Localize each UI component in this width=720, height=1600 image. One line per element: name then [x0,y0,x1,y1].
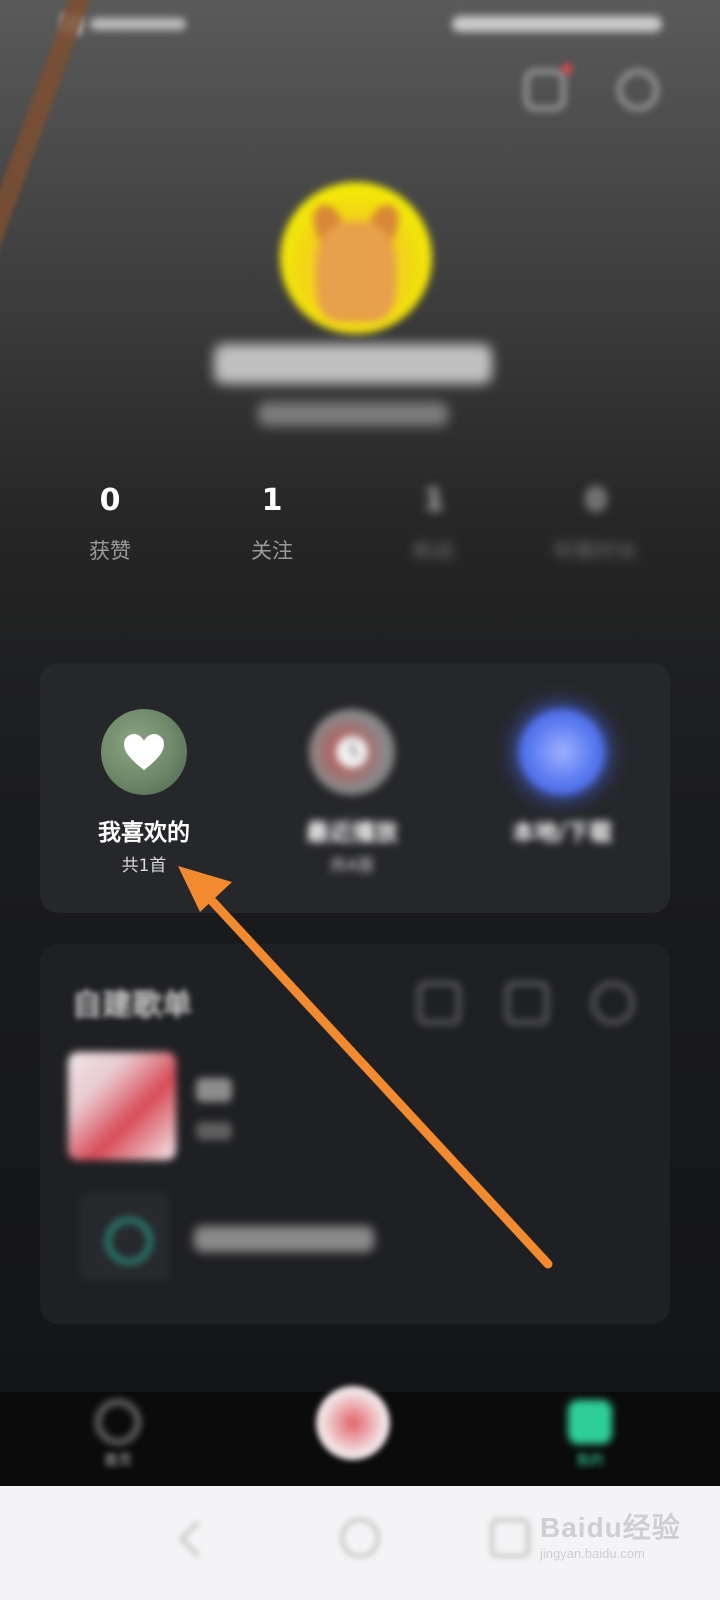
playlist-import-icon[interactable] [418,982,460,1024]
playlist-card: 自建歌单 [40,944,670,1324]
import-playlist-icon[interactable] [80,1192,170,1282]
stat-label: 听歌时长 [554,539,638,563]
stat-fans[interactable]: 1 粉丝 [364,480,504,566]
now-playing-disc[interactable] [316,1386,390,1460]
nav-mine[interactable]: 我的 [550,1400,630,1476]
decorative-stroke [0,0,91,401]
bottom-nav: 首页 我的 [0,1386,720,1486]
stat-listen-time[interactable]: 0 听歌时长 [526,480,666,566]
playlist-manage-icon[interactable] [506,982,548,1024]
playlist-add-icon[interactable] [592,982,634,1024]
nav-home[interactable]: 首页 [78,1400,158,1476]
heart-icon [124,734,164,770]
home-icon[interactable] [340,1518,380,1558]
liked-count: 共1首 [121,856,167,876]
home-nav-icon [96,1400,140,1444]
watermark-main: Baidu经验 [540,1512,681,1543]
mine-nav-icon [568,1400,612,1444]
nav-mine-label: 我的 [576,1453,604,1469]
stat-likes[interactable]: 0 获赞 [40,480,180,566]
liked-songs-entry[interactable]: 我喜欢的 共1首 [44,709,244,876]
status-indicators [452,16,662,32]
watermark: Baidu经验 jingyan.baidu.com [540,1506,681,1561]
watermark-sub: jingyan.baidu.com [540,1546,645,1561]
username [214,344,492,384]
back-icon[interactable] [178,1520,216,1558]
avatar-dog-face [316,222,396,322]
import-playlist-label[interactable] [194,1226,374,1252]
playlist-cover[interactable] [68,1052,176,1160]
system-nav-bar: Baidu经验 jingyan.baidu.com [0,1486,720,1600]
liked-title: 我喜欢的 [98,820,190,846]
stat-value: 0 [585,483,607,518]
stat-label: 获赞 [89,539,131,563]
stat-value: 0 [99,483,121,518]
recent-title: 最近播放 [306,820,398,846]
playlist-section-title: 自建歌单 [72,988,192,1023]
quick-access-card: 我喜欢的 共1首 最近播放 共4首 本地/下载 [40,663,670,913]
recent-play-entry[interactable]: 最近播放 共4首 [252,709,452,876]
status-time [90,18,186,30]
playlist-name [196,1078,232,1102]
message-icon[interactable] [525,70,565,110]
avatar[interactable] [280,182,432,334]
liked-cover [101,709,187,795]
stat-label: 粉丝 [413,539,455,563]
download-icon [519,709,605,795]
recent-count: 共4首 [329,856,375,876]
stat-value: 1 [423,483,445,518]
nav-home-label: 首页 [104,1453,132,1469]
local-download-entry[interactable]: 本地/下载 [462,709,662,851]
user-info-line [258,402,448,426]
recents-icon[interactable] [490,1518,530,1558]
settings-icon[interactable] [618,70,658,110]
status-bar [0,0,720,50]
recent-cover [309,709,395,795]
local-title: 本地/下载 [511,820,613,846]
clock-icon [336,736,368,768]
playlist-song-count [196,1122,232,1140]
stat-label: 关注 [251,539,293,563]
stat-following[interactable]: 1 关注 [202,480,342,566]
message-badge [562,64,572,74]
stat-value: 1 [261,483,283,518]
